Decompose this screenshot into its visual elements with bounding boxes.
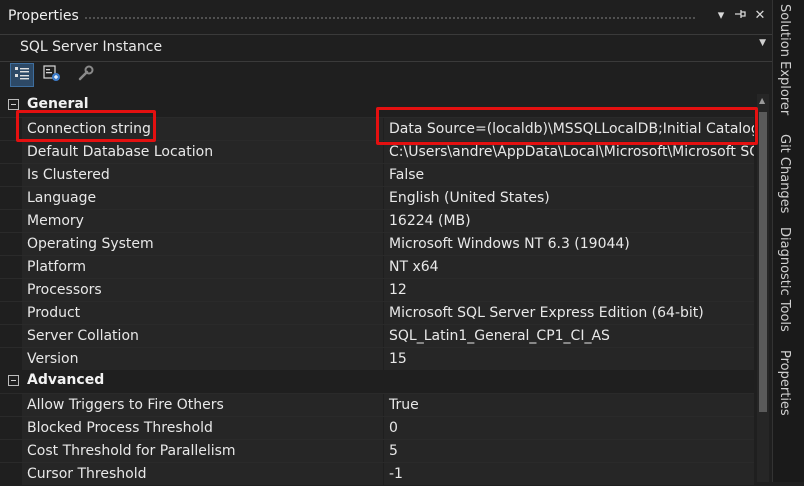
- property-name: Cost Threshold for Parallelism: [22, 440, 383, 462]
- property-row[interactable]: Product Microsoft SQL Server Express Edit…: [0, 301, 754, 325]
- property-row[interactable]: Operating System Microsoft Windows NT 6.3…: [0, 232, 754, 256]
- panel-titlebar: Properties ▾ ✕: [0, 0, 772, 34]
- close-icon[interactable]: ✕: [751, 7, 769, 25]
- collapse-icon[interactable]: [8, 375, 19, 386]
- category-advanced[interactable]: Advanced: [0, 370, 754, 393]
- property-row[interactable]: Cost Threshold for Parallelism 5: [0, 439, 754, 463]
- property-row[interactable]: Platform NT x64: [0, 255, 754, 279]
- categorized-icon: [14, 65, 30, 85]
- pin-icon[interactable]: [731, 7, 749, 27]
- property-name: Default Database Location: [22, 141, 383, 163]
- properties-toolbar: [0, 60, 772, 90]
- property-name: Is Clustered: [22, 164, 383, 186]
- property-row[interactable]: Is Clustered False: [0, 163, 754, 187]
- property-row[interactable]: Server Collation SQL_Latin1_General_CP1_C…: [0, 324, 754, 348]
- side-tab-bar: Solution Explorer Git Changes Diagnostic…: [772, 0, 804, 482]
- vertical-scrollbar[interactable]: ▲: [757, 94, 769, 482]
- side-tab-properties[interactable]: Properties: [777, 350, 792, 416]
- property-name: Processors: [22, 279, 383, 301]
- category-label: Advanced: [27, 372, 105, 388]
- side-tab-solution-explorer[interactable]: Solution Explorer: [777, 4, 792, 115]
- property-value[interactable]: SQL_Latin1_General_CP1_CI_AS: [384, 325, 754, 347]
- highlight-box-value: [376, 107, 758, 145]
- property-row[interactable]: Allow Triggers to Fire Others True: [0, 393, 754, 417]
- property-value[interactable]: Microsoft SQL Server Express Edition (64…: [384, 302, 754, 324]
- side-tab-git-changes[interactable]: Git Changes: [777, 134, 792, 213]
- property-value[interactable]: True: [384, 394, 754, 416]
- property-name: Memory: [22, 210, 383, 232]
- property-name: Platform: [22, 256, 383, 278]
- property-value[interactable]: 16224 (MB): [384, 210, 754, 232]
- title-grip[interactable]: [84, 16, 696, 21]
- property-value[interactable]: 12: [384, 279, 754, 301]
- property-row[interactable]: Processors 12: [0, 278, 754, 302]
- property-row[interactable]: Memory 16224 (MB): [0, 209, 754, 233]
- property-row[interactable]: Language English (United States): [0, 186, 754, 210]
- window-position-button[interactable]: ▾: [712, 7, 730, 25]
- object-selector-value: SQL Server Instance: [20, 39, 163, 55]
- property-name: Product: [22, 302, 383, 324]
- property-value[interactable]: False: [384, 164, 754, 186]
- property-name: Version: [22, 348, 383, 370]
- chevron-down-icon[interactable]: ▼: [759, 38, 766, 48]
- collapse-icon[interactable]: [8, 99, 19, 110]
- property-name: Operating System: [22, 233, 383, 255]
- property-grid: General Connection string Data Source=(lo…: [0, 94, 754, 486]
- object-selector[interactable]: SQL Server Instance ▼: [0, 34, 772, 62]
- property-name: Blocked Process Threshold: [22, 417, 383, 439]
- property-value[interactable]: 15: [384, 348, 754, 370]
- property-value[interactable]: English (United States): [384, 187, 754, 209]
- property-row[interactable]: Blocked Process Threshold 0: [0, 416, 754, 440]
- side-tab-diagnostic-tools[interactable]: Diagnostic Tools: [777, 227, 792, 332]
- categorized-button[interactable]: [10, 63, 34, 87]
- property-value[interactable]: NT x64: [384, 256, 754, 278]
- property-row[interactable]: Version 15: [0, 347, 754, 371]
- properties-panel: Properties ▾ ✕ SQL Server Instance ▼ Gen…: [0, 0, 772, 486]
- highlight-box-name: [16, 110, 156, 142]
- property-pages-wrench-button[interactable]: [74, 63, 98, 87]
- scroll-up-icon[interactable]: ▲: [759, 96, 765, 105]
- property-name: Server Collation: [22, 325, 383, 347]
- property-value[interactable]: 0: [384, 417, 754, 439]
- property-value[interactable]: Microsoft Windows NT 6.3 (19044): [384, 233, 754, 255]
- property-name: Language: [22, 187, 383, 209]
- property-pages-icon: [43, 64, 61, 86]
- scrollbar-thumb[interactable]: [759, 112, 767, 412]
- property-value[interactable]: 5: [384, 440, 754, 462]
- property-name: Allow Triggers to Fire Others: [22, 394, 383, 416]
- property-pages-button[interactable]: [40, 63, 64, 87]
- panel-title: Properties: [8, 8, 79, 24]
- wrench-icon: [77, 64, 95, 86]
